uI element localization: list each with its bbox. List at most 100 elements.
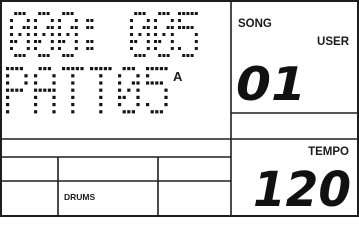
lcd-pixel <box>194 40 198 43</box>
lcd-pixel <box>10 88 14 92</box>
lcd-pixel <box>74 33 78 36</box>
lcd-pixel <box>190 54 194 57</box>
lcd-pixel <box>22 12 26 15</box>
lcd-pixel <box>154 33 157 36</box>
lcd-pixel <box>122 67 126 71</box>
lcd-pixel <box>18 33 22 36</box>
lcd-pixel <box>194 12 198 15</box>
lcd-pixel <box>62 12 66 15</box>
lcd-pixel <box>164 95 168 99</box>
lcd-pixel <box>86 26 90 29</box>
track-label-drums: DRUMS <box>64 192 95 202</box>
lcd-pixel <box>71 95 75 99</box>
tempo-label: TEMPO <box>308 146 349 158</box>
lcd-pixel <box>34 74 38 78</box>
lcd-pixel <box>74 26 78 29</box>
lcd-pixel <box>164 88 168 92</box>
lcd-pixel <box>86 19 90 22</box>
lcd-pixel <box>131 67 135 71</box>
lcd-pixel <box>166 26 170 29</box>
lcd-pixel <box>34 47 37 50</box>
lcd-pixel <box>146 103 150 107</box>
lcd-pixel <box>99 81 103 85</box>
lcd-pixel <box>38 54 42 57</box>
lcd-pixel <box>186 26 190 29</box>
lcd-pixel <box>155 81 159 85</box>
lcd-pixel <box>6 95 10 99</box>
lcd-pixel <box>38 88 42 92</box>
lcd-pixel <box>46 26 50 29</box>
lcd-pixel <box>90 19 94 22</box>
lcd-pixel <box>94 67 98 71</box>
lcd-pixel <box>14 40 18 43</box>
lcd-pixel <box>50 47 54 50</box>
lcd-pixel <box>138 54 142 57</box>
lcd-pixel <box>74 47 78 50</box>
lcd-pixel <box>170 26 174 29</box>
lcd-pixel <box>155 67 159 71</box>
lcd-pixel <box>52 81 56 85</box>
lcd-pixel <box>34 103 38 107</box>
lcd-pixel <box>170 19 174 22</box>
lcd-pixel <box>130 47 133 50</box>
pattern-variation: A <box>173 69 183 84</box>
lcd-pixel <box>150 81 154 85</box>
lcd-pixel <box>34 40 37 43</box>
lcd-pixel <box>190 12 194 15</box>
lcd-pixel <box>99 88 103 92</box>
lcd-pixel <box>182 26 186 29</box>
lcd-pixel <box>182 54 186 57</box>
lcd-pixel <box>6 103 10 107</box>
lcd-pixel <box>19 88 23 92</box>
lcd-pixel <box>62 40 66 43</box>
lcd-pixel <box>34 110 38 114</box>
lcd-pixel <box>26 33 30 36</box>
lcd-pixel <box>10 67 14 71</box>
lcd-pixel <box>66 67 70 71</box>
lcd-pixel <box>26 40 30 43</box>
lcd-pixel <box>164 67 168 71</box>
lcd-pixel <box>146 19 150 22</box>
lcd-pixel <box>134 40 138 43</box>
lcd-pixel <box>118 74 122 78</box>
lcd-pixel <box>71 103 75 107</box>
lcd-pixel <box>127 88 131 92</box>
lcd-pixel <box>99 95 103 99</box>
lcd-pixel <box>15 88 19 92</box>
lcd-pixel <box>52 110 56 114</box>
song-label: SONG <box>238 18 272 30</box>
lcd-pixel <box>146 40 150 43</box>
lcd-pixel <box>136 88 140 92</box>
lcd-pixel <box>74 40 78 43</box>
lcd-pixel <box>146 81 150 85</box>
lcd-pixel <box>118 103 122 107</box>
lcd-pixel <box>162 33 166 36</box>
lcd-pixel <box>6 67 10 71</box>
lcd-pixel <box>146 33 150 36</box>
lcd-pixel <box>99 74 103 78</box>
lcd-pixel <box>131 110 135 114</box>
lcd-pixel <box>130 33 133 36</box>
lcd-pixel <box>71 88 75 92</box>
lcd-pixel <box>47 67 51 71</box>
lcd-pixel <box>34 95 38 99</box>
lcd-pixel <box>24 74 28 78</box>
lcd-pixel <box>136 103 140 107</box>
lcd-pixel <box>6 81 10 85</box>
lcd-pixel <box>134 54 138 57</box>
lcd-pixel <box>58 19 61 22</box>
lcd-pixel <box>178 12 181 15</box>
lcd-pixel <box>194 33 198 36</box>
lcd-display: A SONG USER TEMPO DRUMS 01 120 <box>0 0 359 217</box>
lcd-pixel <box>131 81 135 85</box>
lcd-pixel <box>130 26 133 29</box>
lcd-pixel <box>71 81 75 85</box>
lcd-pixel <box>178 47 181 50</box>
lcd-pixel <box>14 54 18 57</box>
lcd-pixel <box>6 74 10 78</box>
lcd-pixel <box>75 67 79 71</box>
lcd-pixel <box>146 47 150 50</box>
lcd-pixel <box>38 40 42 43</box>
lcd-pixel <box>50 19 54 22</box>
lcd-pixel <box>108 67 112 71</box>
